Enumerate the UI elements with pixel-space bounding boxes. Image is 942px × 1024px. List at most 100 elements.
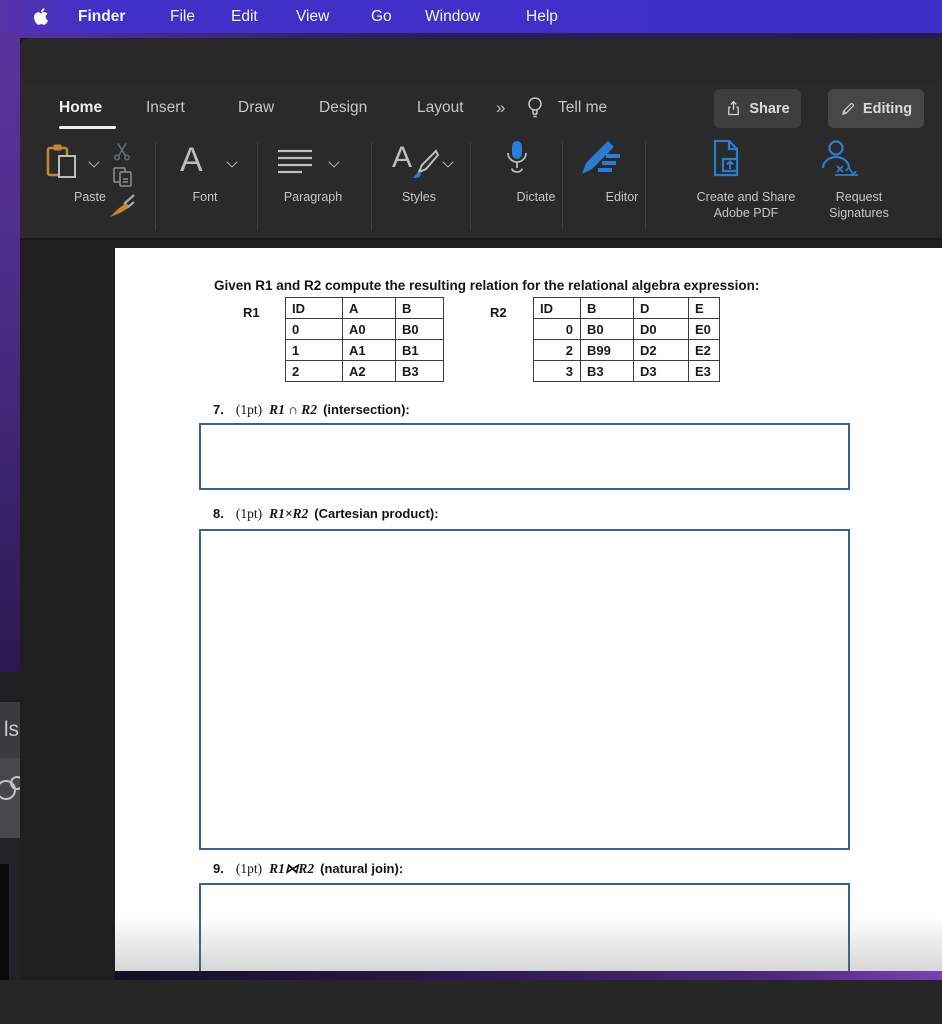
- r1-cell[interactable]: A0: [342, 318, 396, 340]
- tab-design[interactable]: Design: [319, 95, 367, 121]
- r2-header-cell[interactable]: B: [580, 297, 634, 319]
- styles-label: Styles: [401, 190, 437, 204]
- r2-cell[interactable]: B0: [580, 318, 634, 340]
- tab-overflow-chevrons[interactable]: »: [496, 95, 505, 121]
- table-row: 2 B99 D2 E2: [533, 339, 720, 361]
- answer-box-8[interactable]: [199, 529, 850, 850]
- r1-cell[interactable]: B1: [395, 339, 444, 361]
- r1-cell[interactable]: 0: [285, 318, 343, 340]
- menu-item-window[interactable]: Window: [425, 0, 480, 33]
- copy-icon[interactable]: [112, 166, 134, 188]
- adobe-pdf-button-icon[interactable]: [708, 139, 744, 177]
- menu-item-go[interactable]: Go: [371, 0, 392, 33]
- ribbon-tab-bar: Home Insert Draw Design Layout » Tell me…: [20, 82, 942, 135]
- font-button-glyph[interactable]: A: [180, 141, 203, 180]
- paragraph-button-icon[interactable]: [276, 148, 314, 176]
- r1-cell[interactable]: A1: [342, 339, 396, 361]
- tab-draw[interactable]: Draw: [238, 95, 274, 121]
- apple-menu-icon[interactable]: [33, 7, 49, 26]
- group-separator: [257, 142, 258, 230]
- r2-header-cell[interactable]: ID: [533, 297, 581, 319]
- r2-cell[interactable]: 2: [533, 339, 581, 361]
- adobe-pdf-label-line2: Adobe PDF: [713, 206, 779, 220]
- table-row: 3 B3 D3 E3: [533, 360, 720, 382]
- editing-pencil-icon: [841, 102, 854, 115]
- r1-cell[interactable]: A2: [342, 360, 396, 382]
- styles-brush-icon[interactable]: [410, 149, 440, 179]
- question-intro-text[interactable]: Given R1 and R2 compute the resulting re…: [214, 278, 759, 293]
- answer-box-9[interactable]: [199, 883, 850, 971]
- r1-cell[interactable]: B0: [395, 318, 444, 340]
- r2-cell[interactable]: E2: [688, 339, 720, 361]
- r1-cell[interactable]: 1: [285, 339, 343, 361]
- relation-r2-label[interactable]: R2: [490, 305, 507, 320]
- question-7-text[interactable]: 7. (1pt) R1 ∩ R2 (intersection):: [213, 402, 410, 418]
- question-9-text[interactable]: 9. (1pt) R1⋈R2 (natural join):: [213, 861, 403, 877]
- screen: Finder File Edit View Go Window Help ls …: [0, 0, 942, 1024]
- tab-insert[interactable]: Insert: [146, 95, 185, 121]
- answer-box-7[interactable]: [199, 423, 850, 490]
- r2-header-cell[interactable]: E: [688, 297, 720, 319]
- table-row: 2 A2 B3: [285, 360, 444, 382]
- tab-layout[interactable]: Layout: [417, 95, 464, 121]
- question-points: (1pt): [235, 402, 263, 417]
- paste-button[interactable]: [45, 143, 81, 181]
- r2-header-cell[interactable]: D: [633, 297, 689, 319]
- question-description: (intersection):: [323, 402, 410, 417]
- menu-item-finder[interactable]: Finder: [78, 0, 125, 33]
- format-painter-icon[interactable]: [108, 193, 136, 219]
- document-page[interactable]: Given R1 and R2 compute the resulting re…: [115, 248, 942, 971]
- relation-r1-table[interactable]: ID A B 0 A0 B0 1 A1 B1 2 A2 B3: [285, 297, 444, 382]
- r1-header-cell[interactable]: A: [342, 297, 396, 319]
- menu-item-file[interactable]: File: [170, 0, 195, 33]
- r2-cell[interactable]: E3: [688, 360, 720, 382]
- share-button-label: Share: [749, 100, 790, 117]
- dictate-button-icon[interactable]: [502, 140, 532, 178]
- tell-me-search[interactable]: Tell me: [558, 95, 607, 121]
- r1-header-cell[interactable]: ID: [285, 297, 343, 319]
- request-signatures-label-line1: Request: [835, 190, 883, 204]
- editing-mode-button[interactable]: Editing: [828, 89, 924, 128]
- font-dropdown-chevron[interactable]: [226, 156, 238, 168]
- paste-dropdown-chevron[interactable]: [88, 156, 100, 168]
- share-icon: [728, 100, 740, 116]
- table-row: 0 A0 B0: [285, 318, 444, 340]
- menu-item-help[interactable]: Help: [526, 0, 558, 33]
- relation-r1-label[interactable]: R1: [243, 305, 260, 320]
- r2-cell[interactable]: B99: [580, 339, 634, 361]
- group-separator: [562, 142, 563, 230]
- r1-cell[interactable]: B3: [395, 360, 444, 382]
- r2-cell[interactable]: 3: [533, 360, 581, 382]
- r1-header-cell[interactable]: B: [395, 297, 444, 319]
- cut-icon[interactable]: [112, 142, 132, 161]
- r2-cell[interactable]: E0: [688, 318, 720, 340]
- request-signatures-button-icon[interactable]: [820, 139, 860, 177]
- r2-cell[interactable]: B3: [580, 360, 634, 382]
- ribbon-toolbar: Paste A Font Paragraph A Styles Dictate …: [20, 135, 942, 240]
- macos-menu-bar: Finder File Edit View Go Window Help: [0, 0, 942, 33]
- styles-dropdown-chevron[interactable]: [442, 156, 454, 168]
- r2-cell[interactable]: D2: [633, 339, 689, 361]
- menu-item-view[interactable]: View: [296, 0, 329, 33]
- r1-cell[interactable]: 2: [285, 360, 343, 382]
- question-8-text[interactable]: 8. (1pt) R1×R2 (Cartesian product):: [213, 506, 439, 522]
- background-window-bottom: [0, 980, 942, 1024]
- question-description: (Cartesian product):: [314, 506, 439, 521]
- request-signatures-label-line2: Signatures: [829, 206, 889, 220]
- background-window-fragment-button: [0, 758, 20, 838]
- menu-item-edit[interactable]: Edit: [231, 0, 258, 33]
- editor-button-icon[interactable]: [580, 140, 622, 176]
- styles-button-glyph[interactable]: A: [392, 141, 412, 175]
- background-window-fragment: [0, 672, 20, 702]
- paragraph-dropdown-chevron[interactable]: [328, 156, 340, 168]
- share-button[interactable]: Share: [714, 89, 801, 128]
- question-expression: R1×R2: [269, 506, 309, 521]
- tab-home[interactable]: Home: [59, 95, 102, 121]
- r2-cell[interactable]: D0: [633, 318, 689, 340]
- r2-cell[interactable]: D3: [633, 360, 689, 382]
- lightbulb-icon: [525, 95, 545, 122]
- relation-r2-table[interactable]: ID B D E 0 B0 D0 E0 2 B99 D2 E2 3 B3 D3: [533, 297, 720, 382]
- active-tab-underline: [59, 126, 116, 129]
- r2-cell[interactable]: 0: [533, 318, 581, 340]
- paragraph-label: Paragraph: [283, 190, 343, 204]
